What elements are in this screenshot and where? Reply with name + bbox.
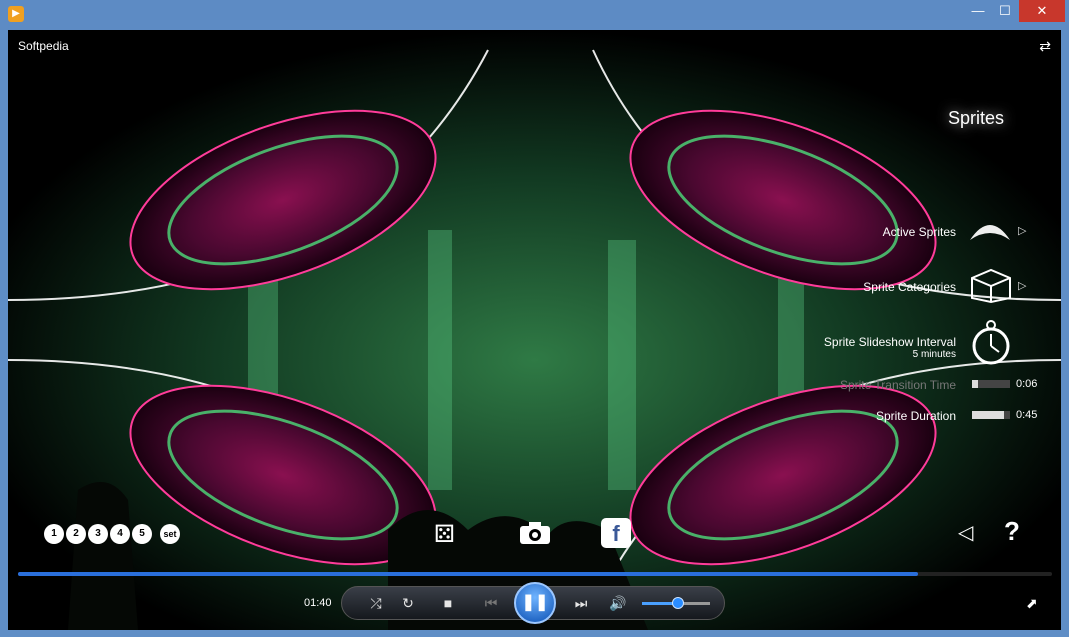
- duration-slider[interactable]: [972, 411, 1010, 419]
- fullscreen-toggle-icon[interactable]: ⇄: [1039, 38, 1051, 55]
- repeat-icon[interactable]: ↻: [398, 595, 418, 612]
- playback-controls: ⤮ ↻ ■ ⏮ ❚❚ ⏭ 🔊: [341, 582, 725, 624]
- slideshow-interval-item[interactable]: Sprite Slideshow Interval 5 minutes: [824, 335, 956, 360]
- duration-value: 0:45: [1016, 409, 1038, 421]
- back-arrow-icon[interactable]: ◁: [958, 520, 973, 545]
- volume-icon[interactable]: 🔊: [608, 595, 628, 612]
- stop-icon[interactable]: ■: [438, 595, 458, 611]
- preset-set-button[interactable]: set: [160, 524, 180, 544]
- stopwatch-icon[interactable]: [968, 318, 1014, 368]
- app-window: ▶ — ☐ ✕ Softpedia ⇄ Sprites Active Sprit…: [0, 0, 1069, 637]
- preset-button-2[interactable]: 2: [66, 524, 86, 544]
- preset-button-3[interactable]: 3: [88, 524, 108, 544]
- camera-icon[interactable]: [518, 520, 552, 546]
- duration-fill: [972, 411, 1005, 419]
- volume-fill: [642, 602, 676, 605]
- dice-icon[interactable]: ⚄: [434, 520, 455, 549]
- seek-progress: [18, 572, 918, 576]
- app-logo-icon: ▶: [8, 6, 24, 22]
- seek-bar[interactable]: [18, 572, 1052, 576]
- visualization-stage: Softpedia ⇄ Sprites Active Sprites ▷ Spr…: [8, 30, 1061, 630]
- elapsed-time: 01:40: [304, 597, 332, 609]
- active-sprites-item[interactable]: Active Sprites: [883, 225, 956, 239]
- transition-time-slider[interactable]: [972, 380, 1010, 388]
- transition-time-label: Sprite Transition Time: [839, 378, 956, 392]
- close-button[interactable]: ✕: [1019, 0, 1065, 22]
- sprite-categories-chevron-icon[interactable]: ▷: [1018, 279, 1026, 292]
- maximize-button[interactable]: ☐: [992, 0, 1018, 22]
- pause-button[interactable]: ❚❚: [514, 582, 556, 624]
- shuffle-icon[interactable]: ⤮: [366, 595, 386, 612]
- preset-button-1[interactable]: 1: [44, 524, 64, 544]
- cube-icon[interactable]: [968, 268, 1014, 304]
- active-sprites-chevron-icon[interactable]: ▷: [1018, 224, 1026, 237]
- preset-button-4[interactable]: 4: [110, 524, 130, 544]
- sprite-categories-item[interactable]: Sprite Categories: [863, 280, 956, 294]
- preset-button-5[interactable]: 5: [132, 524, 152, 544]
- transition-time-fill: [972, 380, 978, 388]
- duration-label: Sprite Duration: [875, 409, 956, 423]
- app-title-label: Softpedia: [18, 39, 69, 53]
- facebook-icon[interactable]: f: [601, 518, 631, 548]
- sprites-panel-title: Sprites: [948, 108, 1005, 128]
- expand-icon[interactable]: ⬈: [1026, 595, 1038, 612]
- previous-icon[interactable]: ⏮: [476, 595, 506, 612]
- help-icon[interactable]: ?: [1004, 516, 1020, 547]
- slideshow-interval-value: 5 minutes: [912, 349, 956, 360]
- transition-time-value: 0:06: [1016, 378, 1038, 390]
- slideshow-interval-label: Sprite Slideshow Interval: [823, 335, 956, 349]
- minimize-button[interactable]: —: [965, 0, 991, 22]
- next-icon[interactable]: ⏭: [566, 595, 596, 612]
- title-bar: ▶ — ☐ ✕: [0, 0, 1069, 30]
- moon-icon[interactable]: [966, 216, 1014, 244]
- volume-knob[interactable]: [672, 597, 684, 609]
